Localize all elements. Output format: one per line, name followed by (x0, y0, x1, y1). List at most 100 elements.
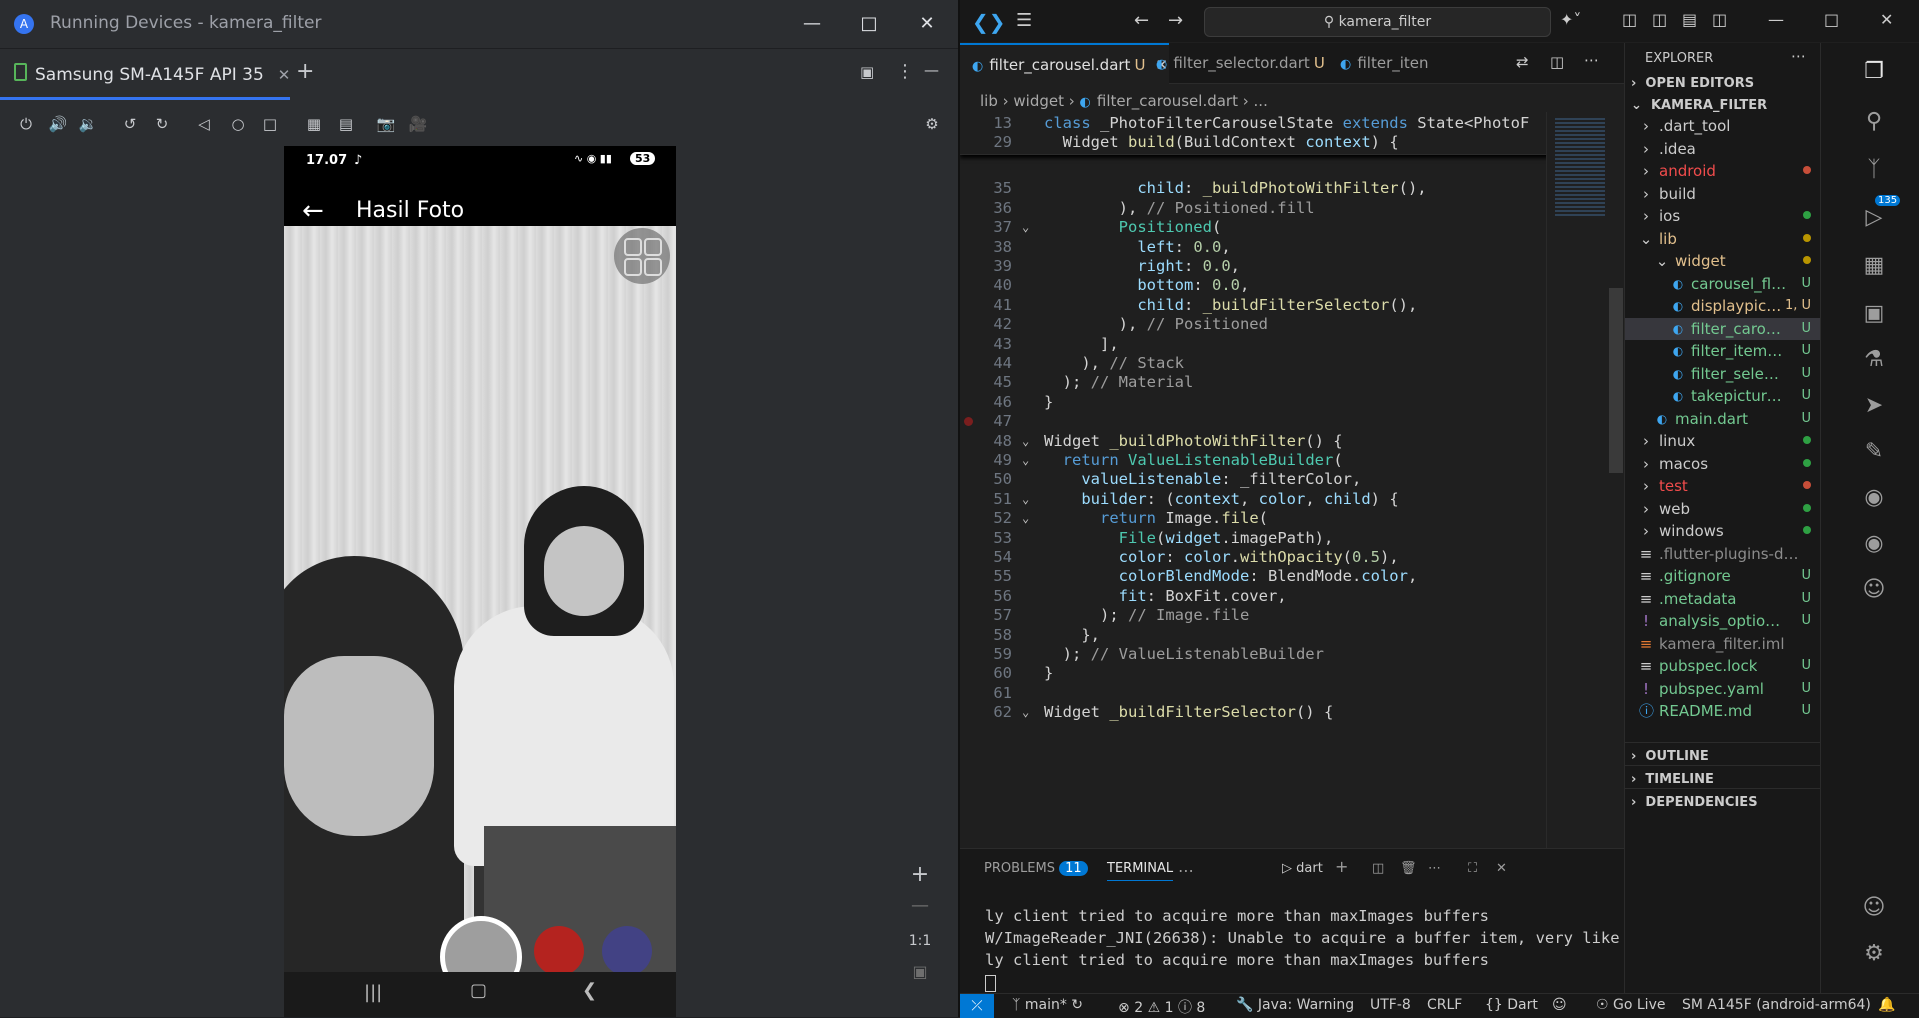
folder-item[interactable]: › web (1625, 498, 1821, 521)
code-line[interactable]: builder: (context, color, child) { (1044, 490, 1398, 508)
kill-terminal-icon[interactable]: 🗑 (1400, 861, 1417, 876)
code-line[interactable]: return Image.file( (1044, 509, 1268, 527)
back-arrow-icon[interactable]: ← (302, 196, 324, 226)
fold-chevron-icon[interactable]: ⌄ (1022, 453, 1029, 467)
flutter-icon[interactable]: ➤ (1859, 391, 1889, 421)
nav-back-icon[interactable]: ❮ (582, 980, 597, 1001)
folder-item[interactable]: ⌄ lib (1625, 228, 1821, 251)
folder-item[interactable]: › .idea (1625, 138, 1821, 161)
breadcrumb-item[interactable]: lib (980, 92, 998, 110)
code-line[interactable]: Widget build(BuildContext context) { (1044, 133, 1399, 151)
more-icon[interactable]: ⋮ (896, 61, 914, 82)
fold-chevron-icon[interactable]: ⌄ (1022, 220, 1029, 234)
add-device-icon[interactable]: + (296, 59, 314, 84)
filter-blue[interactable] (602, 926, 652, 976)
overview-icon[interactable]: □ (258, 112, 282, 136)
snapshot-icon[interactable]: ▦ (302, 112, 326, 136)
power-icon[interactable]: ⏻ (14, 112, 38, 136)
rotate-right-icon[interactable]: ↻ (150, 112, 174, 136)
rotate-left-icon[interactable]: ↺ (118, 112, 142, 136)
folder-item[interactable]: › .dart_tool (1625, 115, 1821, 138)
code-line[interactable]: File(widget.imagePath), (1044, 529, 1334, 547)
split-editor-icon[interactable]: ◫ (1550, 53, 1564, 71)
zoom-fit-icon[interactable]: ▣ (905, 962, 935, 981)
recent-apps-icon[interactable]: ||| (364, 982, 382, 1003)
code-line[interactable]: ), // Positioned.fill (1044, 199, 1315, 217)
maximize-icon[interactable]: □ (857, 12, 881, 36)
file-item[interactable]: ≡ kamera_filter.iml (1625, 633, 1821, 656)
code-line[interactable]: ); // Image.file (1044, 606, 1249, 624)
tab-filter-selector[interactable]: ◐ filter_selector.dart U (1144, 43, 1338, 83)
tab-filter-item[interactable]: ◐ filter_iten (1328, 43, 1452, 83)
code-editor[interactable]: 13 class _PhotoFilterCarouselState extend… (960, 114, 1624, 848)
code-line[interactable]: return ValueListenableBuilder( (1044, 451, 1343, 469)
breadcrumb-item[interactable]: widget (1013, 92, 1064, 110)
code-line[interactable]: ), // Positioned (1044, 315, 1268, 333)
java-status[interactable]: 🔧 Java: Warning (1236, 997, 1354, 1013)
eol-status[interactable]: CRLF (1427, 997, 1462, 1013)
file-item[interactable]: ! pubspec.yaml U (1625, 678, 1821, 701)
terminal-more-icon[interactable]: ⋯ (1428, 861, 1441, 876)
code-line[interactable]: ); // ValueListenableBuilder (1044, 645, 1324, 663)
code-line[interactable]: Widget _buildFilterSelector() { (1044, 703, 1333, 721)
file-item[interactable]: ! analysis_options.yaml U (1625, 610, 1821, 633)
folder-item[interactable]: › ios (1625, 205, 1821, 228)
filter-red[interactable] (534, 926, 584, 976)
file-item[interactable]: ≡ .metadata U (1625, 588, 1821, 611)
github-icon[interactable]: ◉ (1859, 529, 1889, 559)
file-item[interactable]: ◐ takepicture_scree... U (1625, 385, 1821, 408)
device-status[interactable]: SM A145F (android-arm64) (1682, 997, 1871, 1013)
explorer-more-icon[interactable]: ⋯ (1791, 47, 1806, 65)
nav-back-icon[interactable]: ← (1134, 10, 1149, 31)
file-item[interactable]: ≡ .flutter-plugins-depende... (1625, 543, 1821, 566)
file-item[interactable]: ⓘ README.md U (1625, 700, 1821, 723)
nav-home-icon[interactable]: ▢ (470, 980, 487, 1001)
code-line[interactable]: colorBlendMode: BlendMode.color, (1044, 567, 1418, 585)
code-line[interactable]: Positioned( (1044, 218, 1222, 236)
minimap[interactable] (1546, 112, 1625, 852)
file-item[interactable]: ◐ displaypicture_s...1, U (1625, 295, 1821, 318)
zoom-actual-size[interactable]: 1:1 (905, 933, 935, 949)
more-actions-icon[interactable]: ⋯ (1584, 51, 1599, 69)
close-panel-icon[interactable]: ✕ (1496, 861, 1507, 876)
file-item[interactable]: ◐ carousel_flowdele... U (1625, 273, 1821, 296)
split-terminal-icon[interactable]: ◫ (1372, 861, 1384, 876)
folder-item[interactable]: › build (1625, 183, 1821, 206)
copilot-icon[interactable]: ✦˅ (1560, 10, 1581, 29)
tab-filter-carousel[interactable]: ◐ filter_carousel.dart U ✕ (960, 43, 1169, 85)
home-icon[interactable]: ○ (226, 112, 250, 136)
maximize-panel-icon[interactable]: ⛶ (1468, 861, 1477, 876)
search-icon[interactable]: ⚲ (1859, 107, 1889, 137)
code-line[interactable]: } (1044, 393, 1053, 411)
nav-forward-icon[interactable]: → (1168, 10, 1183, 31)
code-line[interactable]: ); // Material (1044, 373, 1194, 391)
close-icon[interactable]: ✕ (915, 12, 939, 36)
code-line[interactable]: ), // Stack (1044, 354, 1184, 372)
encoding-status[interactable]: UTF-8 (1370, 997, 1411, 1013)
zoom-in-icon[interactable]: + (905, 862, 935, 887)
compare-icon[interactable]: ⇄ (1516, 53, 1529, 71)
panel-more-icon[interactable]: ⋯ (1178, 861, 1194, 880)
file-item[interactable]: ◐ main.dart U (1625, 408, 1821, 431)
restore-icon[interactable]: ▣ (860, 63, 874, 81)
remote-icon[interactable]: ⤫ (960, 994, 994, 1018)
folder-item[interactable]: › windows (1625, 520, 1821, 543)
file-item[interactable]: ◐ filter_item.dart U (1625, 340, 1821, 363)
toggle-panel-icon[interactable]: ▤ (1682, 10, 1697, 29)
device-settings-icon[interactable]: ⚙ (920, 112, 944, 136)
extensions-icon[interactable]: ▦ (1859, 251, 1889, 281)
back-icon[interactable]: ◁ (192, 112, 216, 136)
menu-icon[interactable]: ☰ (1016, 10, 1032, 31)
breadcrumb-item[interactable]: ... (1254, 92, 1268, 110)
code-line[interactable]: } (1044, 664, 1053, 682)
code-line[interactable]: color: color.withOpacity(0.5), (1044, 548, 1399, 566)
code-line[interactable]: child: _buildPhotoWithFilter(), (1044, 179, 1426, 197)
device-frame-icon[interactable]: ▤ (334, 112, 358, 136)
code-line[interactable]: child: _buildFilterSelector(), (1044, 296, 1417, 314)
close-icon[interactable]: ✕ (1880, 10, 1893, 29)
close-tab-icon[interactable]: ✕ (278, 66, 291, 84)
file-item[interactable]: ◐ filter_selector.dart U (1625, 363, 1821, 386)
hide-icon[interactable]: — (924, 61, 939, 79)
language-status[interactable]: {} Dart (1485, 997, 1538, 1013)
breadcrumb-item[interactable]: filter_carousel.dart (1097, 92, 1238, 110)
